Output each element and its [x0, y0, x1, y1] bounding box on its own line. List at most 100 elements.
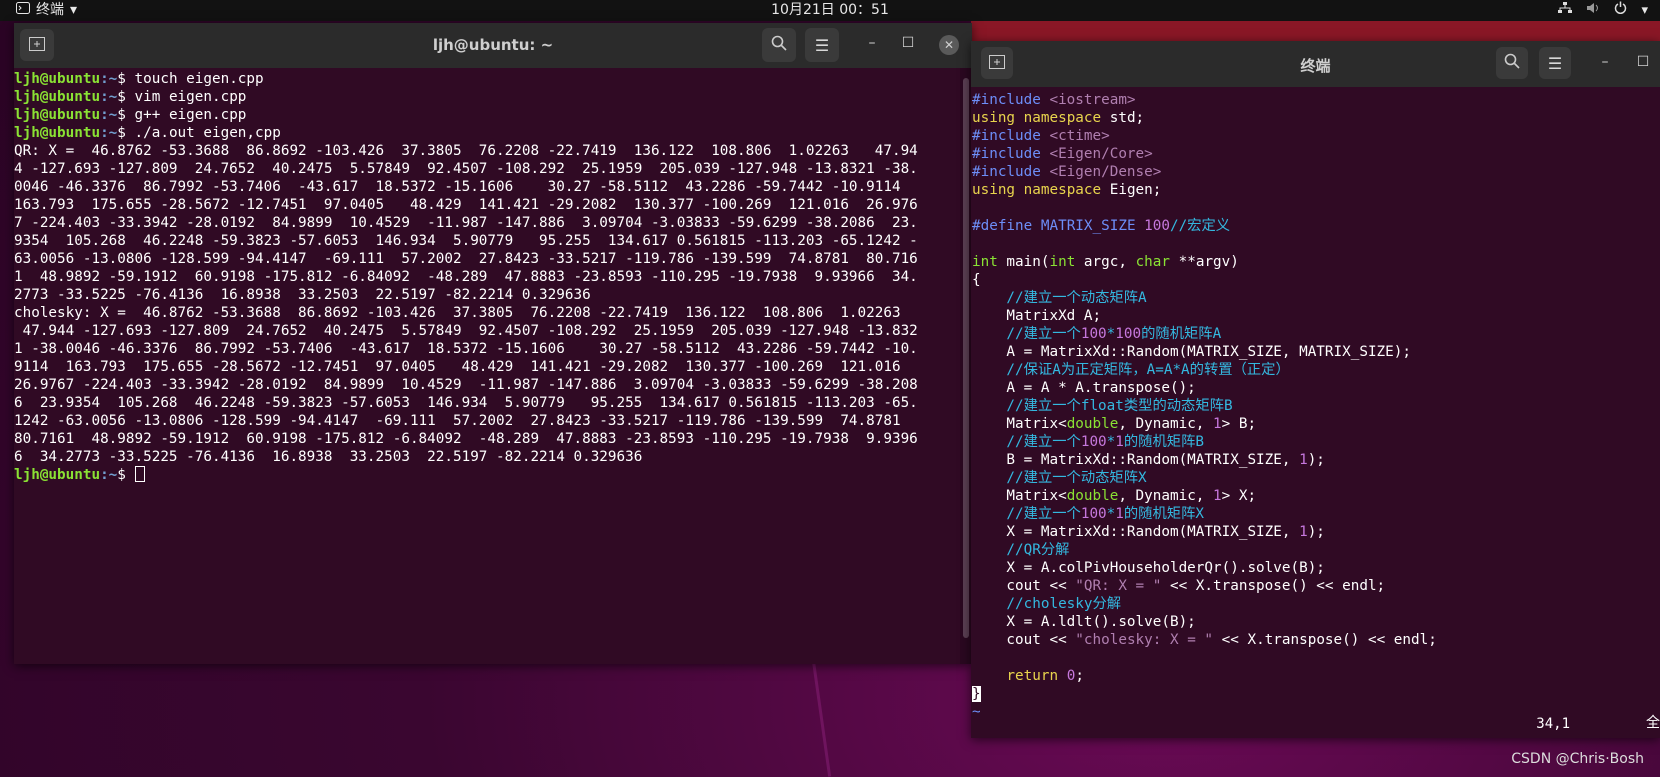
code-token: double — [1066, 488, 1119, 504]
code-line: int main(int argc, char **argv) — [972, 253, 1660, 271]
vim-cursor: } — [972, 686, 981, 702]
code-token: ); — [1307, 524, 1325, 540]
code-token: <ctime> — [1049, 128, 1110, 144]
scrollbar-thumb[interactable] — [963, 78, 969, 638]
prompt-symbol: $ — [117, 467, 135, 483]
code-line: Matrix<double, Dynamic, 1> X; — [972, 487, 1660, 505]
menu-button[interactable]: ☰ — [805, 28, 839, 62]
hamburger-menu-icon: ☰ — [814, 35, 830, 55]
code-token: , Dynamic, — [1118, 488, 1214, 504]
code-token: char — [1135, 254, 1171, 270]
code-token: cout << — [972, 632, 1076, 648]
minimize-button[interactable]: – — [1595, 54, 1615, 70]
close-button[interactable]: ✕ — [939, 35, 959, 55]
code-token: //建立一个 — [972, 326, 1081, 342]
prompt-user: ljh@ubuntu — [14, 71, 101, 87]
clock[interactable]: 10月21日 00：51 — [0, 0, 1660, 21]
maximize-button[interactable]: ☐ — [1633, 54, 1653, 70]
system-tray[interactable]: ▾ — [1558, 0, 1648, 21]
code-token: //cholesky分解 — [972, 596, 1122, 612]
terminal-output[interactable]: ljh@ubuntu:~$ touch eigen.cpp ljh@ubuntu:… — [14, 68, 959, 664]
code-token: int — [1049, 254, 1076, 270]
code-line: cout << "QR: X = " << X.transpose() << e… — [972, 577, 1660, 595]
code-token: A = MatrixXd::Random(MATRIX_SIZE, MATRIX… — [972, 344, 1411, 360]
terminal-cursor — [134, 466, 145, 482]
code-token: <Eigen/Dense> — [1049, 164, 1162, 180]
titlebar[interactable]: ljh@ubuntu: ~ ☰ – ☐ ✕ — [14, 23, 972, 68]
code-token: X = A.ldlt().solve(B); — [972, 614, 1196, 630]
terminal-window-right[interactable]: 终端 ☰ – ☐ #include <iostream> using namesp… — [971, 41, 1660, 738]
code-token: Eigen; — [1101, 182, 1162, 198]
watermark: CSDN @Chris·Bosh — [1511, 751, 1644, 767]
command-text: touch eigen.cpp — [134, 71, 264, 87]
code-token: Matrix< — [972, 488, 1067, 504]
output-line: 9114 163.793 175.655 -28.5672 -12.7451 9… — [14, 359, 901, 375]
search-button[interactable] — [1496, 47, 1528, 79]
vim-editor[interactable]: #include <iostream> using namespace std; #… — [971, 87, 1660, 738]
minimize-icon: – — [868, 35, 876, 51]
prompt-path: :~ — [100, 125, 118, 141]
code-line: A = MatrixXd::Random(MATRIX_SIZE, MATRIX… — [972, 343, 1660, 361]
output-line: 63.0056 -13.0806 -128.599 -94.4147 -69.1… — [14, 251, 918, 267]
minimize-button[interactable]: – — [862, 35, 882, 51]
terminal-window-left[interactable]: ljh@ubuntu: ~ ☰ – ☐ ✕ ljh@ubuntu:~$ touc… — [14, 23, 972, 664]
code-token: 的随机矩阵X — [1123, 506, 1204, 522]
titlebar[interactable]: 终端 ☰ – ☐ — [971, 41, 1660, 87]
scroll-indicator: 全 — [1646, 715, 1660, 731]
output-line: 4 -127.693 -127.809 24.7652 40.2475 5.57… — [14, 161, 918, 177]
power-icon — [1614, 0, 1627, 21]
search-icon — [1504, 53, 1520, 73]
code-token: 100 — [1080, 434, 1107, 450]
code-token: namespace — [1023, 182, 1102, 198]
maximize-icon: ☐ — [901, 35, 915, 51]
code-line: //建立一个float类型的动态矩阵B — [972, 397, 1660, 415]
prompt-user: ljh@ubuntu — [14, 467, 101, 483]
code-token: double — [1066, 416, 1119, 432]
prompt-line: ljh@ubuntu:~$ ./a.out eigen,cpp — [14, 124, 959, 142]
code-line: using namespace Eigen; — [972, 181, 1660, 199]
code-token: //保证A为正定矩阵，A=A*A的转置（正定） — [972, 362, 1290, 378]
output-line: 47.944 -127.693 -127.809 24.7652 40.2475… — [14, 323, 918, 339]
search-button[interactable] — [762, 28, 796, 62]
maximize-button[interactable]: ☐ — [898, 35, 918, 51]
code-token: #include — [972, 128, 1050, 144]
hamburger-menu-icon: ☰ — [1547, 53, 1563, 73]
code-token: 1 — [1115, 506, 1124, 522]
code-token: 的随机矩阵A — [1141, 326, 1222, 342]
code-token: int — [972, 254, 998, 270]
command-text: vim eigen.cpp — [134, 89, 247, 105]
code-token: //建立一个 — [972, 434, 1081, 450]
code-line: #include <Eigen/Dense> — [972, 163, 1660, 181]
code-token: std; — [1101, 110, 1145, 126]
code-line: Matrix<double, Dynamic, 1> B; — [972, 415, 1660, 433]
code-token: namespace — [1023, 110, 1102, 126]
code-token: **argv) — [1170, 254, 1239, 270]
code-line: //建立一个100*1的随机矩阵B — [972, 433, 1660, 451]
output-line: 0046 -46.3376 86.7992 -53.7406 -43.617 1… — [14, 179, 901, 195]
code-line: A = A * A.transpose(); — [972, 379, 1660, 397]
prompt-symbol: $ — [117, 125, 135, 141]
code-token: ); — [1307, 452, 1325, 468]
code-token: MATRIX_SIZE — [1040, 218, 1145, 234]
menu-button[interactable]: ☰ — [1539, 47, 1571, 79]
prompt-path: :~ — [100, 71, 118, 87]
close-icon: ✕ — [943, 38, 955, 52]
code-line: B = MatrixXd::Random(MATRIX_SIZE, 1); — [972, 451, 1660, 469]
prompt-user: ljh@ubuntu — [14, 89, 101, 105]
code-line: //保证A为正定矩阵，A=A*A的转置（正定） — [972, 361, 1660, 379]
code-token: #include — [972, 146, 1050, 162]
code-token: //QR分解 — [972, 542, 1070, 558]
output-line: 80.7161 48.9892 -59.1912 60.9198 -175.81… — [14, 431, 918, 447]
output-line: 7 -224.403 -33.3942 -28.0192 84.9899 10.… — [14, 215, 918, 231]
code-token: <iostream> — [1049, 92, 1136, 108]
code-line: X = A.ldlt().solve(B); — [972, 613, 1660, 631]
code-token: , Dynamic, — [1118, 416, 1214, 432]
code-token: main( — [997, 254, 1050, 270]
wallpaper-decoration — [811, 660, 832, 777]
background-window-strip — [971, 21, 1660, 41]
output-line: cholesky: X = 46.8762 -53.3688 86.8692 -… — [14, 305, 901, 321]
code-token: 100 — [1080, 506, 1107, 522]
